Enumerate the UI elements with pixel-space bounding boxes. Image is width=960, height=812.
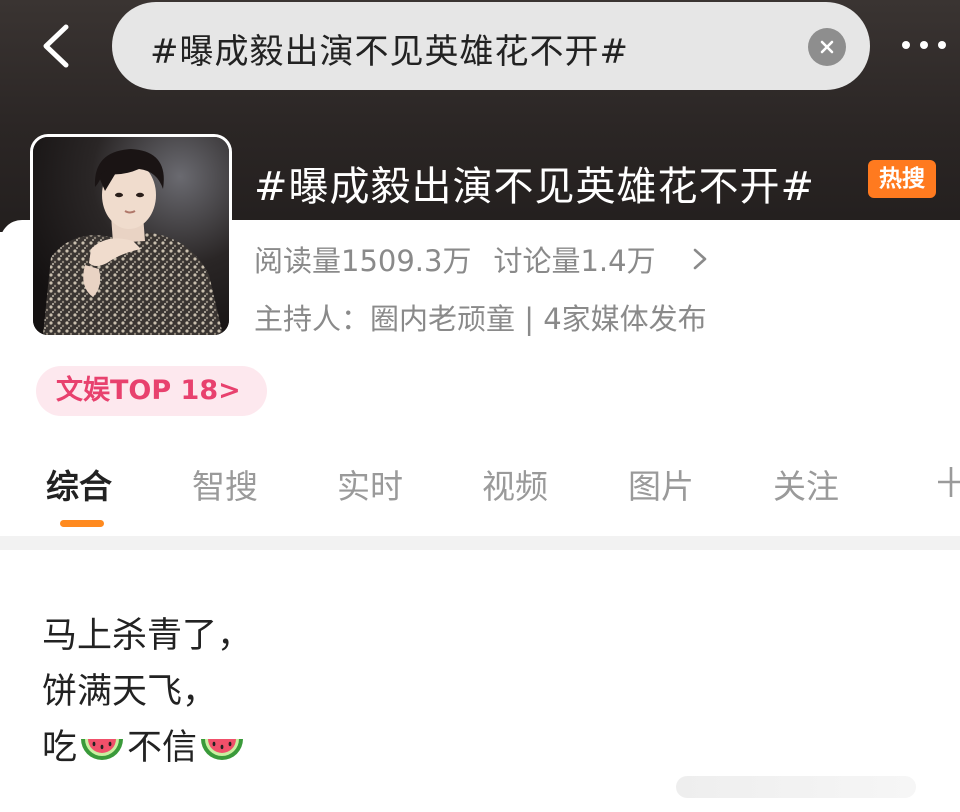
search-query-text: #曝成毅出演不见英雄花不开#	[150, 32, 629, 72]
plus-icon[interactable]	[936, 464, 960, 500]
host-info: 主持人：圈内老顽童 | 4家媒体发布	[254, 302, 707, 336]
post-text: 吃	[42, 728, 78, 768]
section-divider	[0, 536, 960, 550]
tab-smart-search[interactable]: 智搜	[192, 460, 258, 508]
portrait-image	[33, 137, 229, 335]
clear-search-button[interactable]	[808, 28, 846, 66]
watermelon-emoji-icon	[81, 739, 124, 760]
post-line-1: 马上杀青了，	[42, 616, 253, 656]
hot-search-badge: 热搜	[868, 160, 936, 198]
discussion-count: 讨论量1.4万	[493, 244, 656, 278]
more-options-button[interactable]	[902, 30, 960, 60]
active-tab-indicator	[60, 520, 104, 527]
topic-title: #曝成毅出演不见英雄花不开#	[254, 164, 816, 210]
watermelon-emoji-icon	[201, 739, 244, 760]
ranking-chevron: >	[218, 375, 241, 406]
topic-stats[interactable]: 阅读量1509.3万 讨论量1.4万	[254, 238, 708, 280]
search-input[interactable]: #曝成毅出演不见英雄花不开#	[112, 2, 870, 90]
ranking-badge[interactable]: 文娱TOP 18>	[36, 366, 267, 416]
chevron-left-icon	[43, 24, 69, 68]
ranking-label: 文娱TOP 18	[56, 375, 219, 406]
tab-comprehensive[interactable]: 综合	[46, 460, 112, 508]
back-button[interactable]	[30, 18, 80, 74]
post-text: 不信	[127, 728, 198, 768]
watermark	[676, 776, 916, 798]
read-count: 阅读量1509.3万	[254, 244, 472, 278]
topic-cover-image[interactable]	[30, 134, 232, 338]
tab-bar: 综合 智搜 实时 视频 图片 关注	[0, 460, 960, 530]
post-line-3: 吃 不信	[42, 720, 252, 776]
clear-icon	[820, 40, 834, 54]
chevron-right-icon	[693, 248, 706, 270]
tab-video[interactable]: 视频	[482, 460, 548, 508]
post-line-2: 饼满天飞，	[42, 672, 218, 712]
more-dots-icon	[902, 41, 910, 49]
tab-images[interactable]: 图片	[628, 460, 694, 508]
tab-realtime[interactable]: 实时	[337, 460, 403, 508]
tab-following[interactable]: 关注	[773, 460, 839, 508]
post-content: 马上杀青了， 饼满天飞， 吃 不信	[42, 608, 252, 776]
